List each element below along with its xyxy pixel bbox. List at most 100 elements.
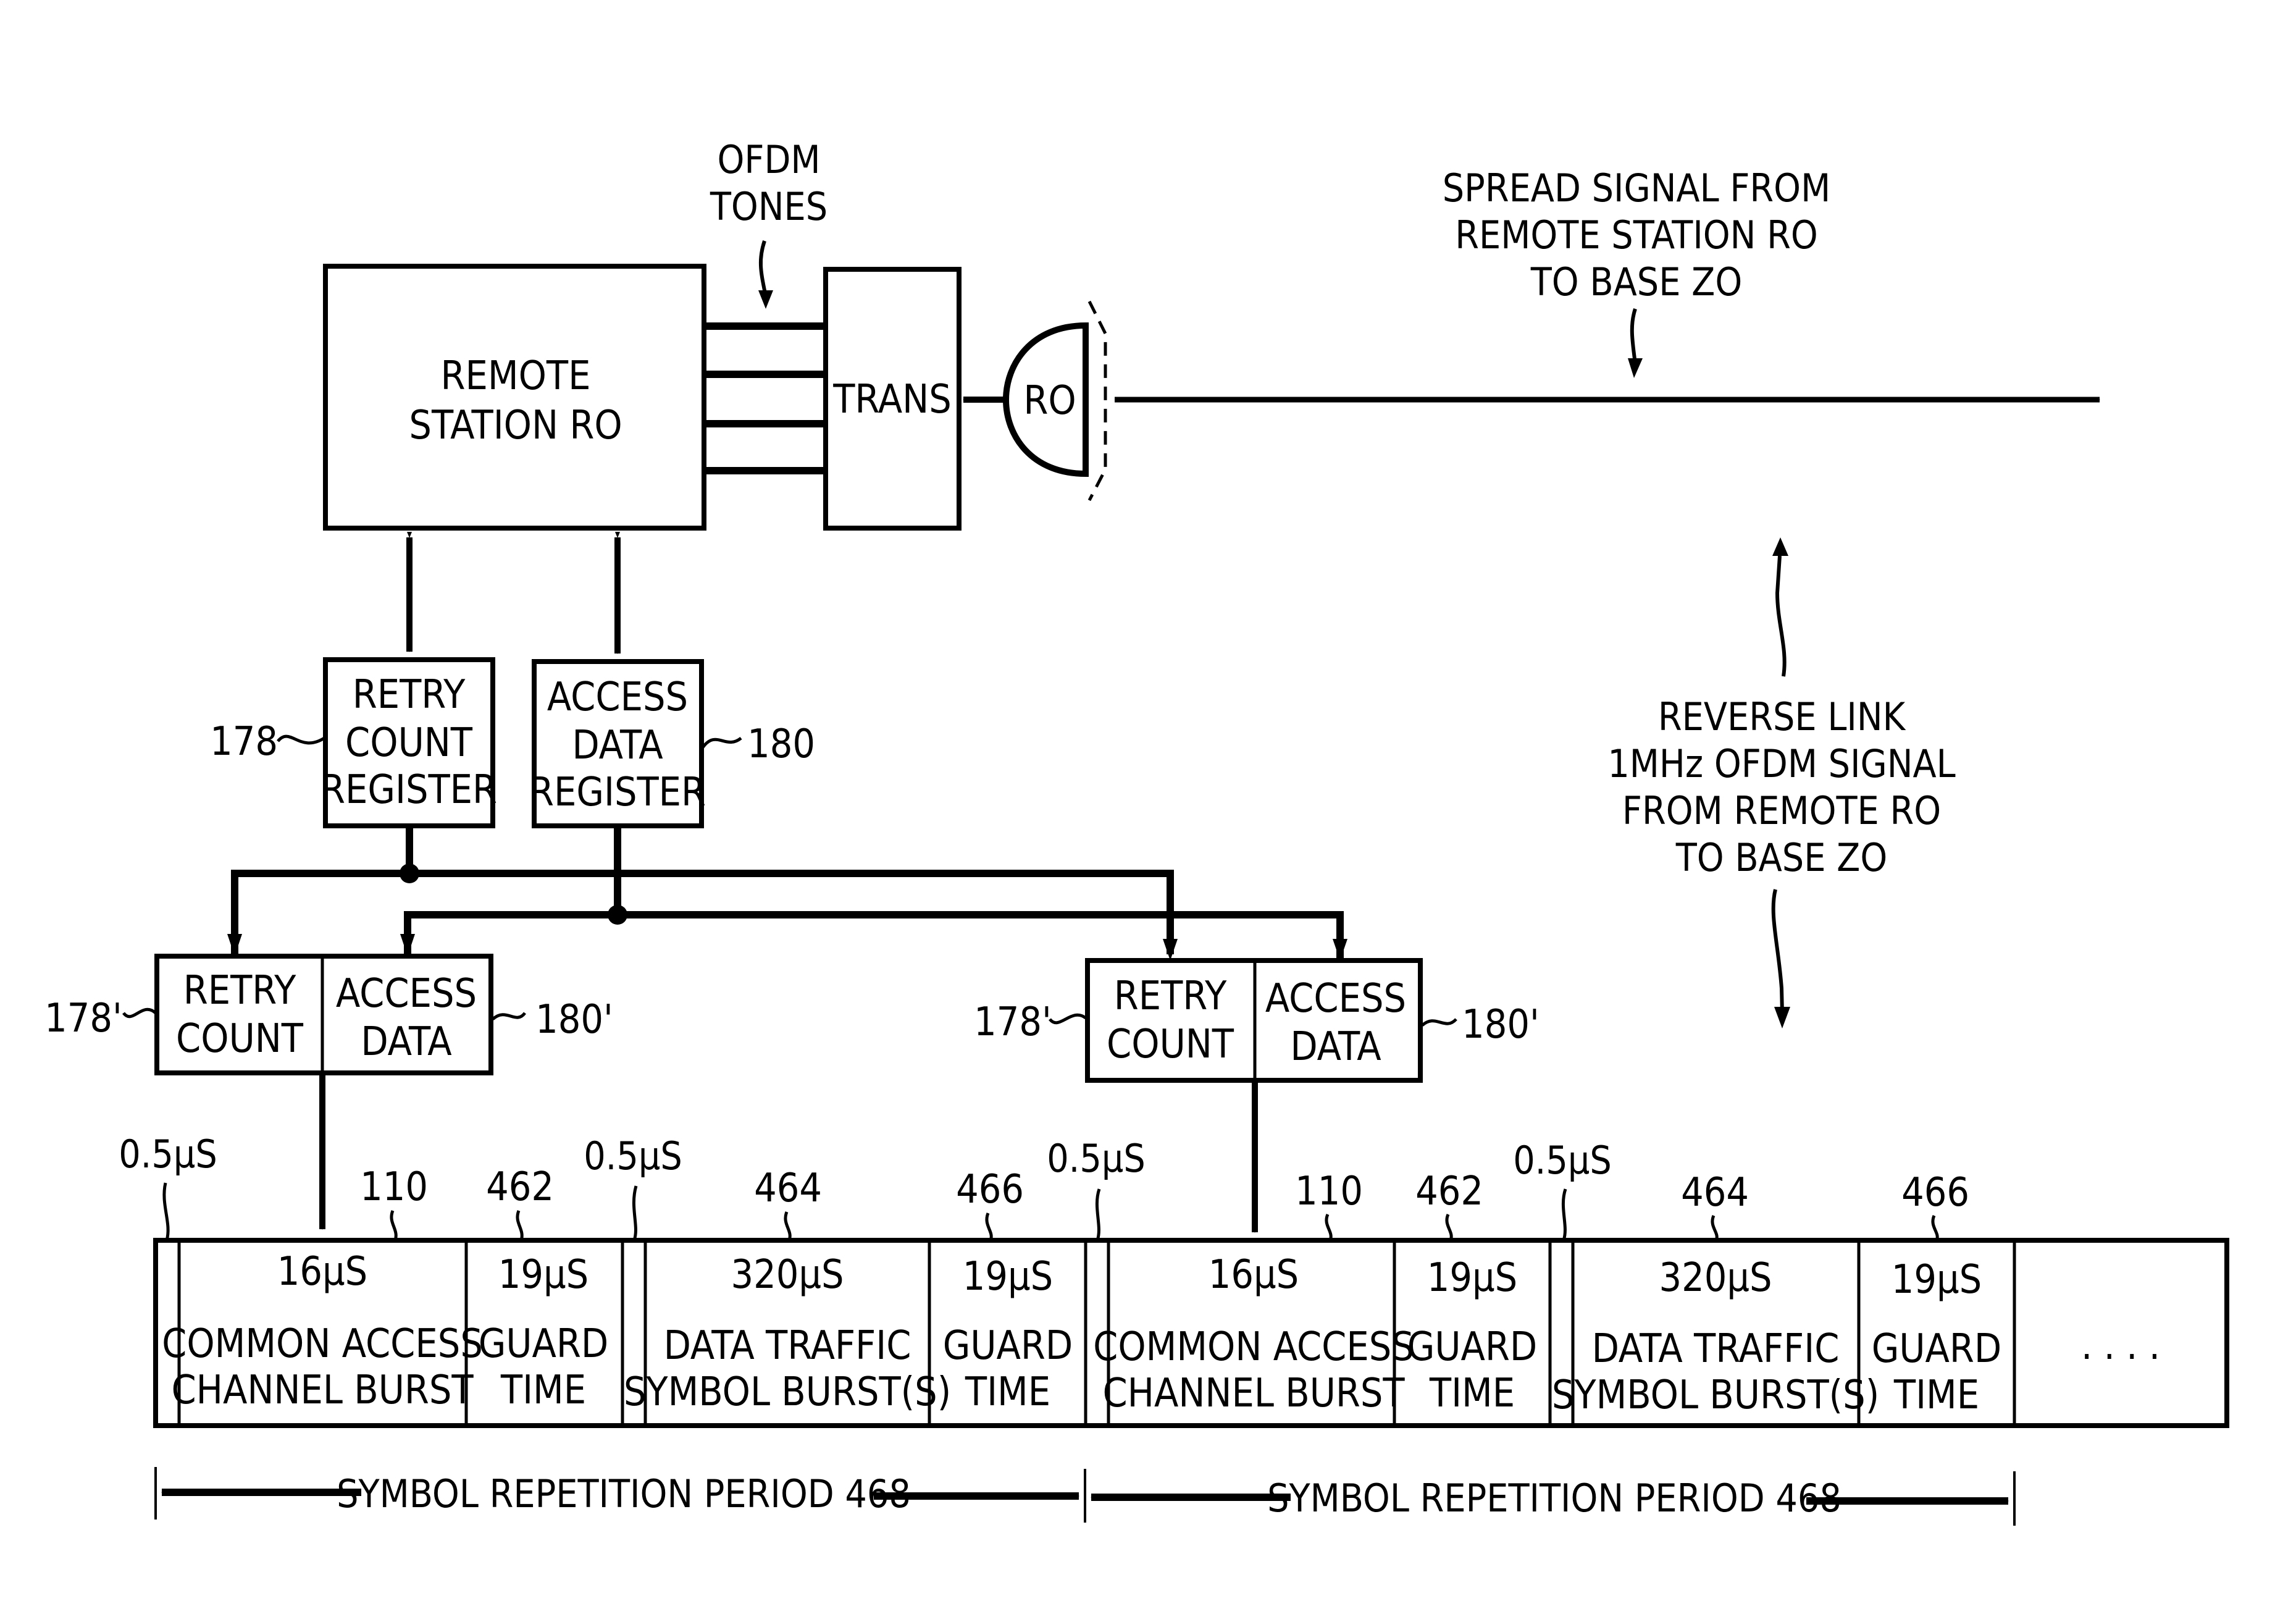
- p1-guard2-ref: 466: [956, 1167, 1024, 1213]
- p2-guard1-ref: 462: [1415, 1169, 1483, 1214]
- reverse-link-line-4: TO BASE ZO: [1675, 835, 1888, 880]
- retry-count-register: RETRY COUNT REGISTER 178: [210, 657, 497, 828]
- p1-guard2-line-1: GUARD: [943, 1323, 1073, 1369]
- p1-data-line-1: DATA TRAFFIC: [664, 1323, 911, 1369]
- retry-register-line-2: COUNT: [345, 720, 473, 766]
- remote-station-line-2: STATION RO: [409, 403, 622, 448]
- p1-cac-duration: 16µS: [277, 1249, 367, 1295]
- ofdm-leader-arrowhead: [758, 290, 773, 309]
- antenna-ro: RO: [963, 300, 1107, 502]
- access-register-ref: 180: [747, 721, 815, 767]
- access-register-line-2: DATA: [572, 723, 663, 768]
- frame-continuation-dots: . . . .: [2081, 1323, 2160, 1369]
- ofdm-tone-arrows: [704, 322, 825, 474]
- p1-data-duration: 320µS: [731, 1252, 844, 1298]
- remote-station-line-1: REMOTE: [441, 353, 591, 399]
- retry-bus-junction: [400, 864, 419, 883]
- p2-guard2-line-1: GUARD: [1872, 1326, 2002, 1372]
- reverse-link-line-3: FROM REMOTE RO: [1622, 788, 1941, 833]
- p2-data-line-1: DATA TRAFFIC: [1592, 1326, 1840, 1372]
- copy-right-retry-line-2: COUNT: [1107, 1022, 1234, 1067]
- ofdm-label-line-2: TONES: [710, 184, 827, 229]
- p2-cac-ref: 110: [1295, 1169, 1363, 1214]
- p2-guard2-duration: 19µS: [1892, 1257, 1982, 1303]
- reverse-link-line-1: REVERSE LINK: [1658, 694, 1906, 739]
- p1-guard2-line-2: TIME: [965, 1369, 1050, 1415]
- retry-register-ref: 178: [210, 719, 278, 765]
- ofdm-tones-label: OFDM TONES: [710, 137, 827, 309]
- copy-left-retry-line-1: RETRY: [183, 968, 296, 1014]
- antenna-label: RO: [1023, 378, 1076, 424]
- p1-data-ref: 464: [754, 1166, 822, 1211]
- p2-gap2-label: 0.5µS: [1513, 1138, 1612, 1183]
- trans-label: TRANS: [832, 377, 952, 422]
- p1-guard1-line-1: GUARD: [479, 1321, 609, 1367]
- remote-station-block: REMOTE STATION RO: [323, 264, 706, 531]
- spread-signal-label: SPREAD SIGNAL FROM REMOTE STATION RO TO …: [1443, 166, 1830, 378]
- p1-cac-line-2: CHANNEL BURST: [171, 1368, 474, 1413]
- p2-cac-line-1: COMMON ACCESS: [1093, 1324, 1414, 1370]
- p2-data-ref: 464: [1681, 1170, 1749, 1216]
- copy-right-access-line-1: ACCESS: [1265, 976, 1406, 1022]
- trans-block: TRANS: [823, 267, 962, 531]
- p1-guard1-ref: 462: [486, 1164, 554, 1210]
- antenna-radiation-arc: [1087, 300, 1107, 502]
- copy-left-retry-ref: 178': [44, 996, 122, 1041]
- ofdm-label-line-1: OFDM: [717, 137, 820, 182]
- access-bus-junction: [608, 905, 627, 925]
- access-register-line-1: ACCESS: [547, 675, 688, 720]
- period1-label: SYMBOL REPETITION PERIOD 468: [337, 1471, 911, 1516]
- p2-guard2-line-2: TIME: [1893, 1372, 1979, 1418]
- access-bus: [404, 911, 1344, 959]
- p2-guard1-line-2: TIME: [1429, 1371, 1515, 1416]
- patent-diagram: REMOTE STATION RO OFDM TONES TRANS RO SP…: [44, 137, 2229, 1526]
- p1-cac-line-1: COMMON ACCESS: [162, 1321, 483, 1367]
- copy-left-access-line-1: ACCESS: [336, 971, 477, 1017]
- p2-data-duration: 320µS: [1659, 1255, 1772, 1301]
- reverse-link-leader-down: [1771, 889, 1784, 1014]
- spread-leader-arrowhead: [1628, 358, 1643, 378]
- p1-gap2-label: 0.5µS: [584, 1133, 682, 1179]
- p1-guard1-duration: 19µS: [498, 1252, 589, 1298]
- copy-right-retry-ref: 178': [974, 999, 1052, 1045]
- p2-gap-label: 0.5µS: [1047, 1136, 1146, 1181]
- ofdm-leader-line: [758, 240, 768, 297]
- spread-leader-line: [1630, 308, 1637, 365]
- p2-cac-line-2: CHANNEL BURST: [1102, 1371, 1405, 1416]
- timing-frame: 0.5µS 110 16µS COMMON ACCESS CHANNEL BUR…: [119, 1132, 2229, 1428]
- copy-left-access-line-2: DATA: [361, 1019, 451, 1065]
- copy-left-retry-line-2: COUNT: [176, 1016, 304, 1062]
- p1-guard2-duration: 19µS: [963, 1254, 1053, 1300]
- p1-data-line-2: SYMBOL BURST(S): [624, 1369, 951, 1415]
- access-data-register: ACCESS DATA REGISTER 180: [529, 659, 815, 828]
- p2-guard1-duration: 19µS: [1427, 1255, 1517, 1301]
- p2-data-line-2: SYMBOL BURST(S): [1552, 1372, 1879, 1418]
- retry-register-line-3: REGISTER: [321, 767, 497, 813]
- retry-register-line-1: RETRY: [353, 672, 466, 718]
- station-register-links: [406, 532, 621, 654]
- period2-label: SYMBOL REPETITION PERIOD 468: [1267, 1476, 1841, 1521]
- copy-right-retry-line-1: RETRY: [1114, 973, 1227, 1019]
- reverse-link-label: REVERSE LINK 1MHz OFDM SIGNAL FROM REMOT…: [1607, 537, 1956, 1028]
- p1-cac-ref: 110: [360, 1164, 428, 1210]
- p2-guard2-ref: 466: [1901, 1170, 1969, 1216]
- register-buses: [231, 826, 1344, 959]
- p2-guard1-line-1: GUARD: [1407, 1324, 1538, 1370]
- reverse-link-line-2: 1MHz OFDM SIGNAL: [1607, 741, 1955, 786]
- retry-register-ref-leader: [277, 734, 325, 745]
- p1-gap-label: 0.5µS: [119, 1132, 217, 1177]
- copy-right-access-line-2: DATA: [1290, 1024, 1381, 1070]
- symbol-repetition-dimensions: SYMBOL REPETITION PERIOD 468 SYMBOL REPE…: [154, 1467, 2016, 1526]
- reverse-link-down-arrowhead: [1774, 1007, 1790, 1028]
- copy-left-access-ref: 180': [535, 997, 613, 1043]
- spread-label-line-2: REMOTE STATION RO: [1455, 212, 1818, 258]
- copy-right-access-ref: 180': [1462, 1002, 1540, 1048]
- p2-cac-duration: 16µS: [1209, 1252, 1299, 1298]
- spread-label-line-1: SPREAD SIGNAL FROM: [1443, 166, 1830, 211]
- p1-guard1-line-2: TIME: [500, 1368, 586, 1413]
- access-register-line-3: REGISTER: [529, 770, 706, 815]
- access-register-ref-leader: [701, 736, 742, 749]
- reverse-link-leader-up: [1775, 555, 1787, 677]
- reverse-link-up-arrowhead: [1772, 537, 1788, 556]
- spread-label-line-3: TO BASE ZO: [1530, 259, 1743, 305]
